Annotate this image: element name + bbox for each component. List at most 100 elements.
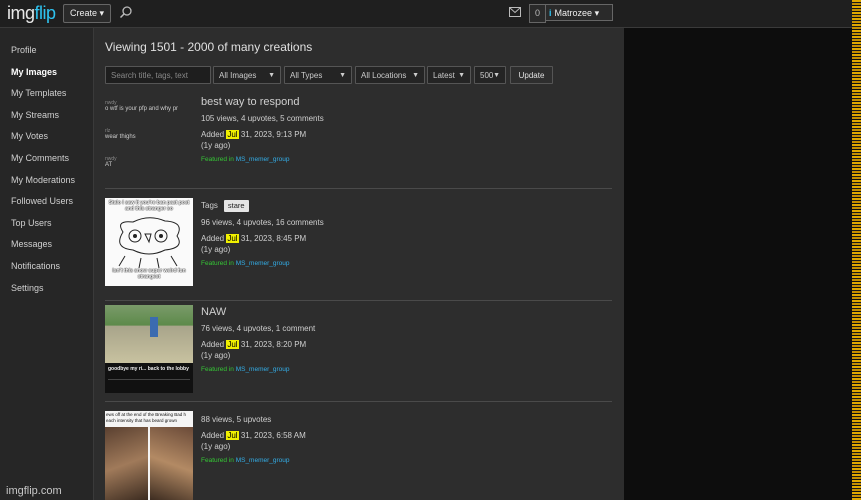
featured-label: Featured in [201,366,236,373]
count-select[interactable]: 500 ▼ [474,66,506,84]
top-bar: imgflip Create ▾ 0 i Matrozee ▾ [0,0,861,28]
sort-value: Latest [433,71,455,80]
video-caption: goodbye my ri... back to the lobby [108,366,189,372]
meme-top-caption: Stalo I saw it you’re ban past post and … [108,200,190,212]
sidebar-item-my-moderations[interactable]: My Moderations [0,170,93,192]
search-highlight: Jul [226,340,239,349]
added-date: Added Jul 31, 2023, 6:58 AM [201,430,611,441]
comment-item: nwdy o wtf is your pfp and why pr [105,100,178,112]
added-prefix: Added [201,130,227,139]
featured-in: Featured in MS_memer_group [201,156,611,163]
comment-text: o wtf is your pfp and why pr [105,106,179,112]
scrollbar-track[interactable] [852,0,861,500]
image-stats: 88 views, 5 upvotes [201,415,272,424]
count-value: 500 [480,71,494,80]
search-highlight: Jul [226,234,239,243]
tags-label: Tags [201,201,218,210]
featured-label: Featured in [201,156,236,163]
meme-caption: ews off at the end of the Breaking Bad h… [106,412,186,423]
featured-in: Featured in MS_memer_group [201,457,611,464]
image-info: NAW 76 views, 4 upvotes, 1 comment Added… [201,304,611,373]
locations-filter-value: All Locations [361,71,407,80]
search-icon[interactable] [119,5,133,19]
added-date: Added Jul 31, 2023, 8:20 PM [201,339,611,350]
search-highlight: Jul [226,431,239,440]
added-time: 31, 2023, 8:20 PM [238,340,307,349]
caret-down-icon: ▼ [493,72,500,79]
user-badge-icon: i [549,8,552,18]
added-time: 31, 2023, 6:58 AM [238,431,306,440]
user-menu-button[interactable]: i Matrozee ▾ [545,4,613,21]
mail-icon[interactable] [509,7,521,17]
image-thumbnail[interactable]: goodbye my ri... back to the lobby [105,305,193,393]
sidebar-item-my-votes[interactable]: My Votes [0,126,93,148]
main-content: Viewing 1501 - 2000 of many creations Se… [94,28,623,500]
game-screenshot [105,305,193,363]
featured-in: Featured in MS_memer_group [201,366,611,373]
sidebar: Profile My Images My Templates My Stream… [0,28,94,500]
caret-down-icon: ▼ [339,72,346,79]
image-title[interactable]: NAW [201,304,611,320]
types-filter-select[interactable]: All Types ▼ [284,66,352,84]
page-title: Viewing 1501 - 2000 of many creations [105,40,313,54]
reaction-photo-right [150,427,193,500]
create-button-label: Create [70,8,98,18]
image-card: nwdy o wtf is your pfp and why pr rlz wear… [105,94,612,189]
image-info: 88 views, 5 upvotes Added Jul 31, 2023, … [201,411,611,464]
image-thumbnail[interactable]: ews off at the end of the Breaking Bad h… [105,411,193,500]
added-time: 31, 2023, 8:45 PM [238,234,307,243]
image-card: Stalo I saw it you’re ban past post and … [105,195,612,301]
search-input[interactable]: Search title, tags, text [105,66,211,84]
locations-filter-select[interactable]: All Locations ▼ [355,66,425,84]
image-stats: 96 views, 4 upvotes, 16 comments [201,218,324,227]
sidebar-item-my-templates[interactable]: My Templates [0,83,93,105]
caret-down-icon: ▼ [458,72,465,79]
caret-down-icon: ▾ [99,8,105,18]
notification-count[interactable]: 0 [529,4,546,23]
sidebar-item-settings[interactable]: Settings [0,278,93,300]
logo-text: img [7,3,35,23]
sidebar-item-my-comments[interactable]: My Comments [0,148,93,170]
stream-link[interactable]: MS_memer_group [236,366,290,373]
added-prefix: Added [201,340,227,349]
comment-preview[interactable]: nwdy o wtf is your pfp and why pr rlz wear… [105,94,193,182]
sidebar-item-profile[interactable]: Profile [0,40,93,62]
stream-link[interactable]: MS_memer_group [236,156,290,163]
relative-time: (1y ago) [201,245,231,254]
search-highlight: Jul [226,130,239,139]
comment-text: AT [105,162,113,168]
images-filter-select[interactable]: All Images ▼ [213,66,281,84]
image-thumbnail[interactable]: Stalo I saw it you’re ban past post and … [105,198,193,286]
sidebar-item-top-users[interactable]: Top Users [0,213,93,235]
sidebar-item-my-streams[interactable]: My Streams [0,105,93,127]
tags-row: Tags stare [201,198,611,214]
added-time: 31, 2023, 9:13 PM [238,130,307,139]
sidebar-item-notifications[interactable]: Notifications [0,256,93,278]
imgflip-logo[interactable]: imgflip [7,3,56,24]
update-button[interactable]: Update [510,66,553,84]
video-controls [108,379,190,390]
featured-label: Featured in [201,260,236,267]
comment-item: rlz wear thighs [105,128,136,140]
image-card: ews off at the end of the Breaking Bad h… [105,408,612,500]
stream-link[interactable]: MS_memer_group [236,260,290,267]
sidebar-item-my-images[interactable]: My Images [0,62,93,84]
site-footer-brand[interactable]: imgflip.com [6,485,62,497]
empty-side-panel [624,28,852,500]
added-prefix: Added [201,431,227,440]
added-date: Added Jul 31, 2023, 8:45 PM [201,233,611,244]
sort-select[interactable]: Latest ▼ [427,66,471,84]
added-date: Added Jul 31, 2023, 9:13 PM [201,129,611,140]
image-stats: 76 views, 4 upvotes, 1 comment [201,324,316,333]
tag-chip[interactable]: stare [223,200,249,212]
create-button[interactable]: Create ▾ [63,4,112,23]
sidebar-item-followed-users[interactable]: Followed Users [0,191,93,213]
added-prefix: Added [201,234,227,243]
image-title[interactable]: best way to respond [201,94,611,110]
caret-down-icon: ▾ [594,8,600,18]
stream-link[interactable]: MS_memer_group [236,457,290,464]
sidebar-item-messages[interactable]: Messages [0,234,93,256]
relative-time: (1y ago) [201,141,231,150]
image-info: best way to respond 105 views, 4 upvotes… [201,94,611,163]
relative-time: (1y ago) [201,442,231,451]
